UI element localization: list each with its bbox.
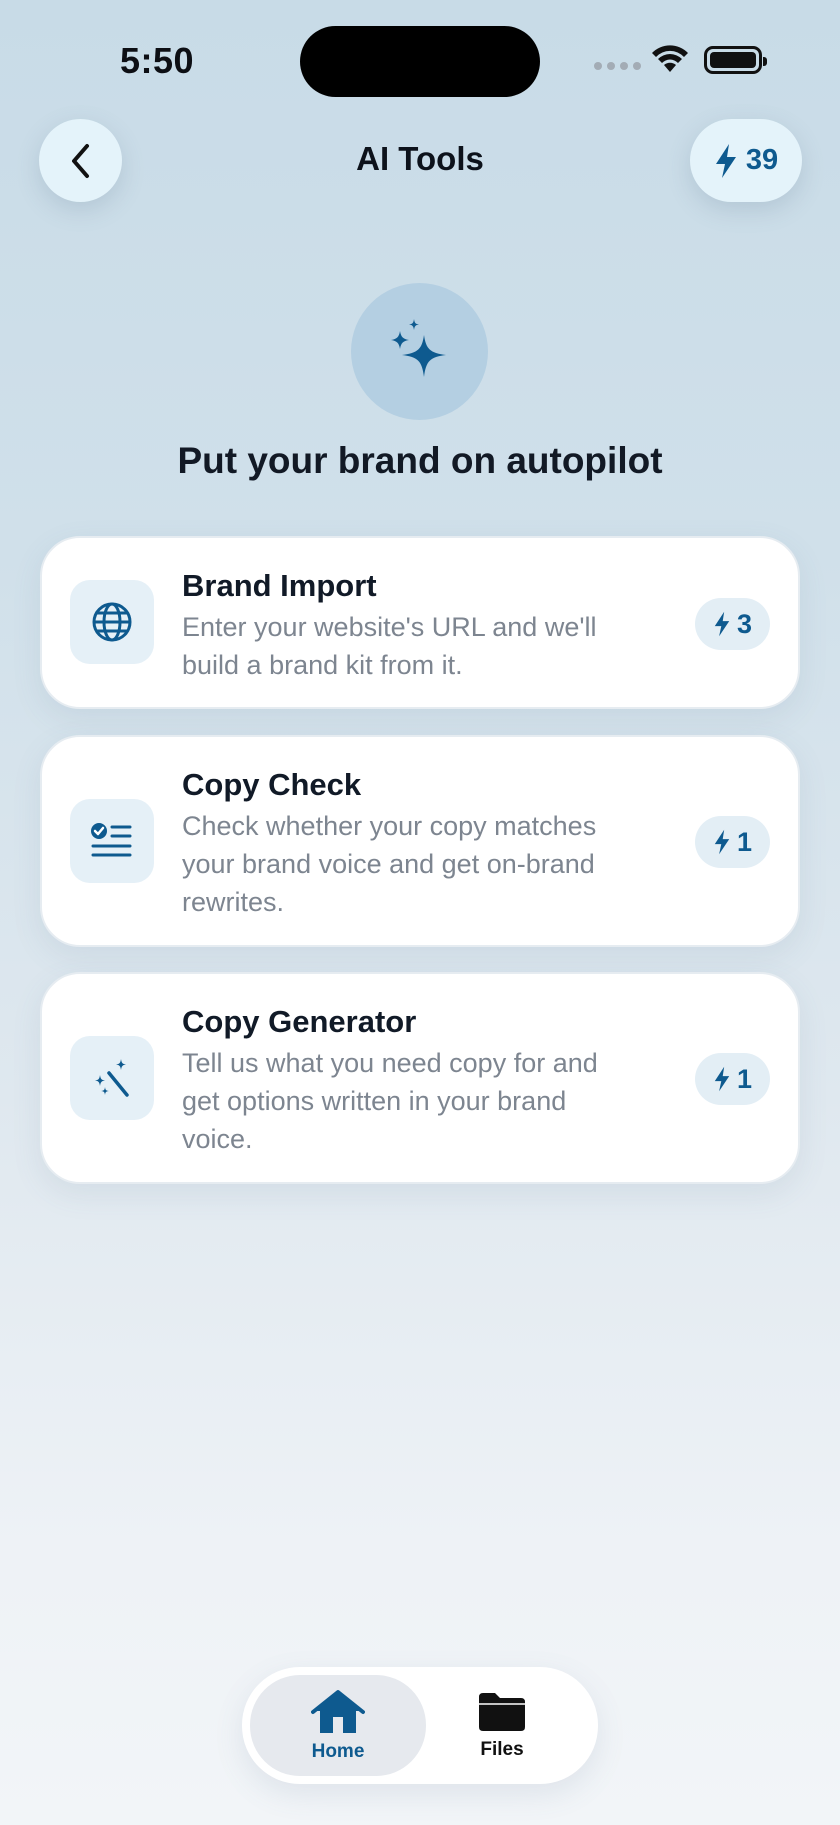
- tool-cost-badge: 1: [694, 816, 770, 868]
- bolt-icon: [714, 829, 730, 855]
- tab-bar: Home Files: [242, 1667, 598, 1784]
- tool-card-brand-import[interactable]: Brand Import Enter your website's URL an…: [40, 536, 800, 709]
- tool-title: Copy Check: [182, 767, 362, 802]
- tool-cost: 3: [736, 608, 752, 639]
- credits-button[interactable]: 39: [690, 119, 802, 202]
- tool-cost-badge: 1: [694, 1053, 770, 1105]
- bolt-icon: [714, 1066, 730, 1092]
- house-icon: [311, 1689, 365, 1733]
- hero-icon-circle: [351, 283, 488, 420]
- tool-description: Tell us what you need copy for and get o…: [182, 1048, 598, 1154]
- bolt-icon: [715, 143, 736, 178]
- status-time: 5:50: [120, 40, 195, 81]
- sparkles-icon: [390, 318, 446, 377]
- tool-icon-box: [70, 799, 154, 883]
- tool-cost: 1: [736, 826, 752, 857]
- tab-home-label: Home: [311, 1740, 365, 1762]
- tool-card-copy-check[interactable]: Copy Check Check whether your copy match…: [40, 735, 800, 947]
- tab-files-label: Files: [480, 1738, 524, 1760]
- wifi-icon: [650, 44, 690, 79]
- globe-icon: [92, 602, 132, 642]
- dynamic-island: [300, 26, 540, 97]
- tool-icon-box: [70, 1036, 154, 1120]
- magic-wand-icon: [95, 1059, 129, 1097]
- tool-title: Brand Import: [182, 568, 377, 603]
- tool-card-copy-generator[interactable]: Copy Generator Tell us what you need cop…: [40, 972, 800, 1184]
- tool-cost: 1: [736, 1063, 752, 1094]
- tab-files[interactable]: Files: [414, 1675, 590, 1776]
- tab-home[interactable]: Home: [250, 1675, 426, 1776]
- checklist-icon: [91, 823, 132, 857]
- tool-description: Enter your website's URL and we'll build…: [182, 612, 597, 680]
- cellular-signal-icon: [594, 62, 641, 70]
- battery-icon: [704, 46, 767, 74]
- tool-icon-box: [70, 580, 154, 664]
- bolt-icon: [714, 611, 730, 637]
- hero-title: Put your brand on autopilot: [177, 440, 663, 481]
- tool-title: Copy Generator: [182, 1004, 417, 1039]
- folder-icon: [479, 1692, 525, 1731]
- credits-count: 39: [745, 144, 779, 176]
- tool-cost-badge: 3: [694, 598, 770, 650]
- tool-description: Check whether your copy matches your bra…: [182, 811, 597, 917]
